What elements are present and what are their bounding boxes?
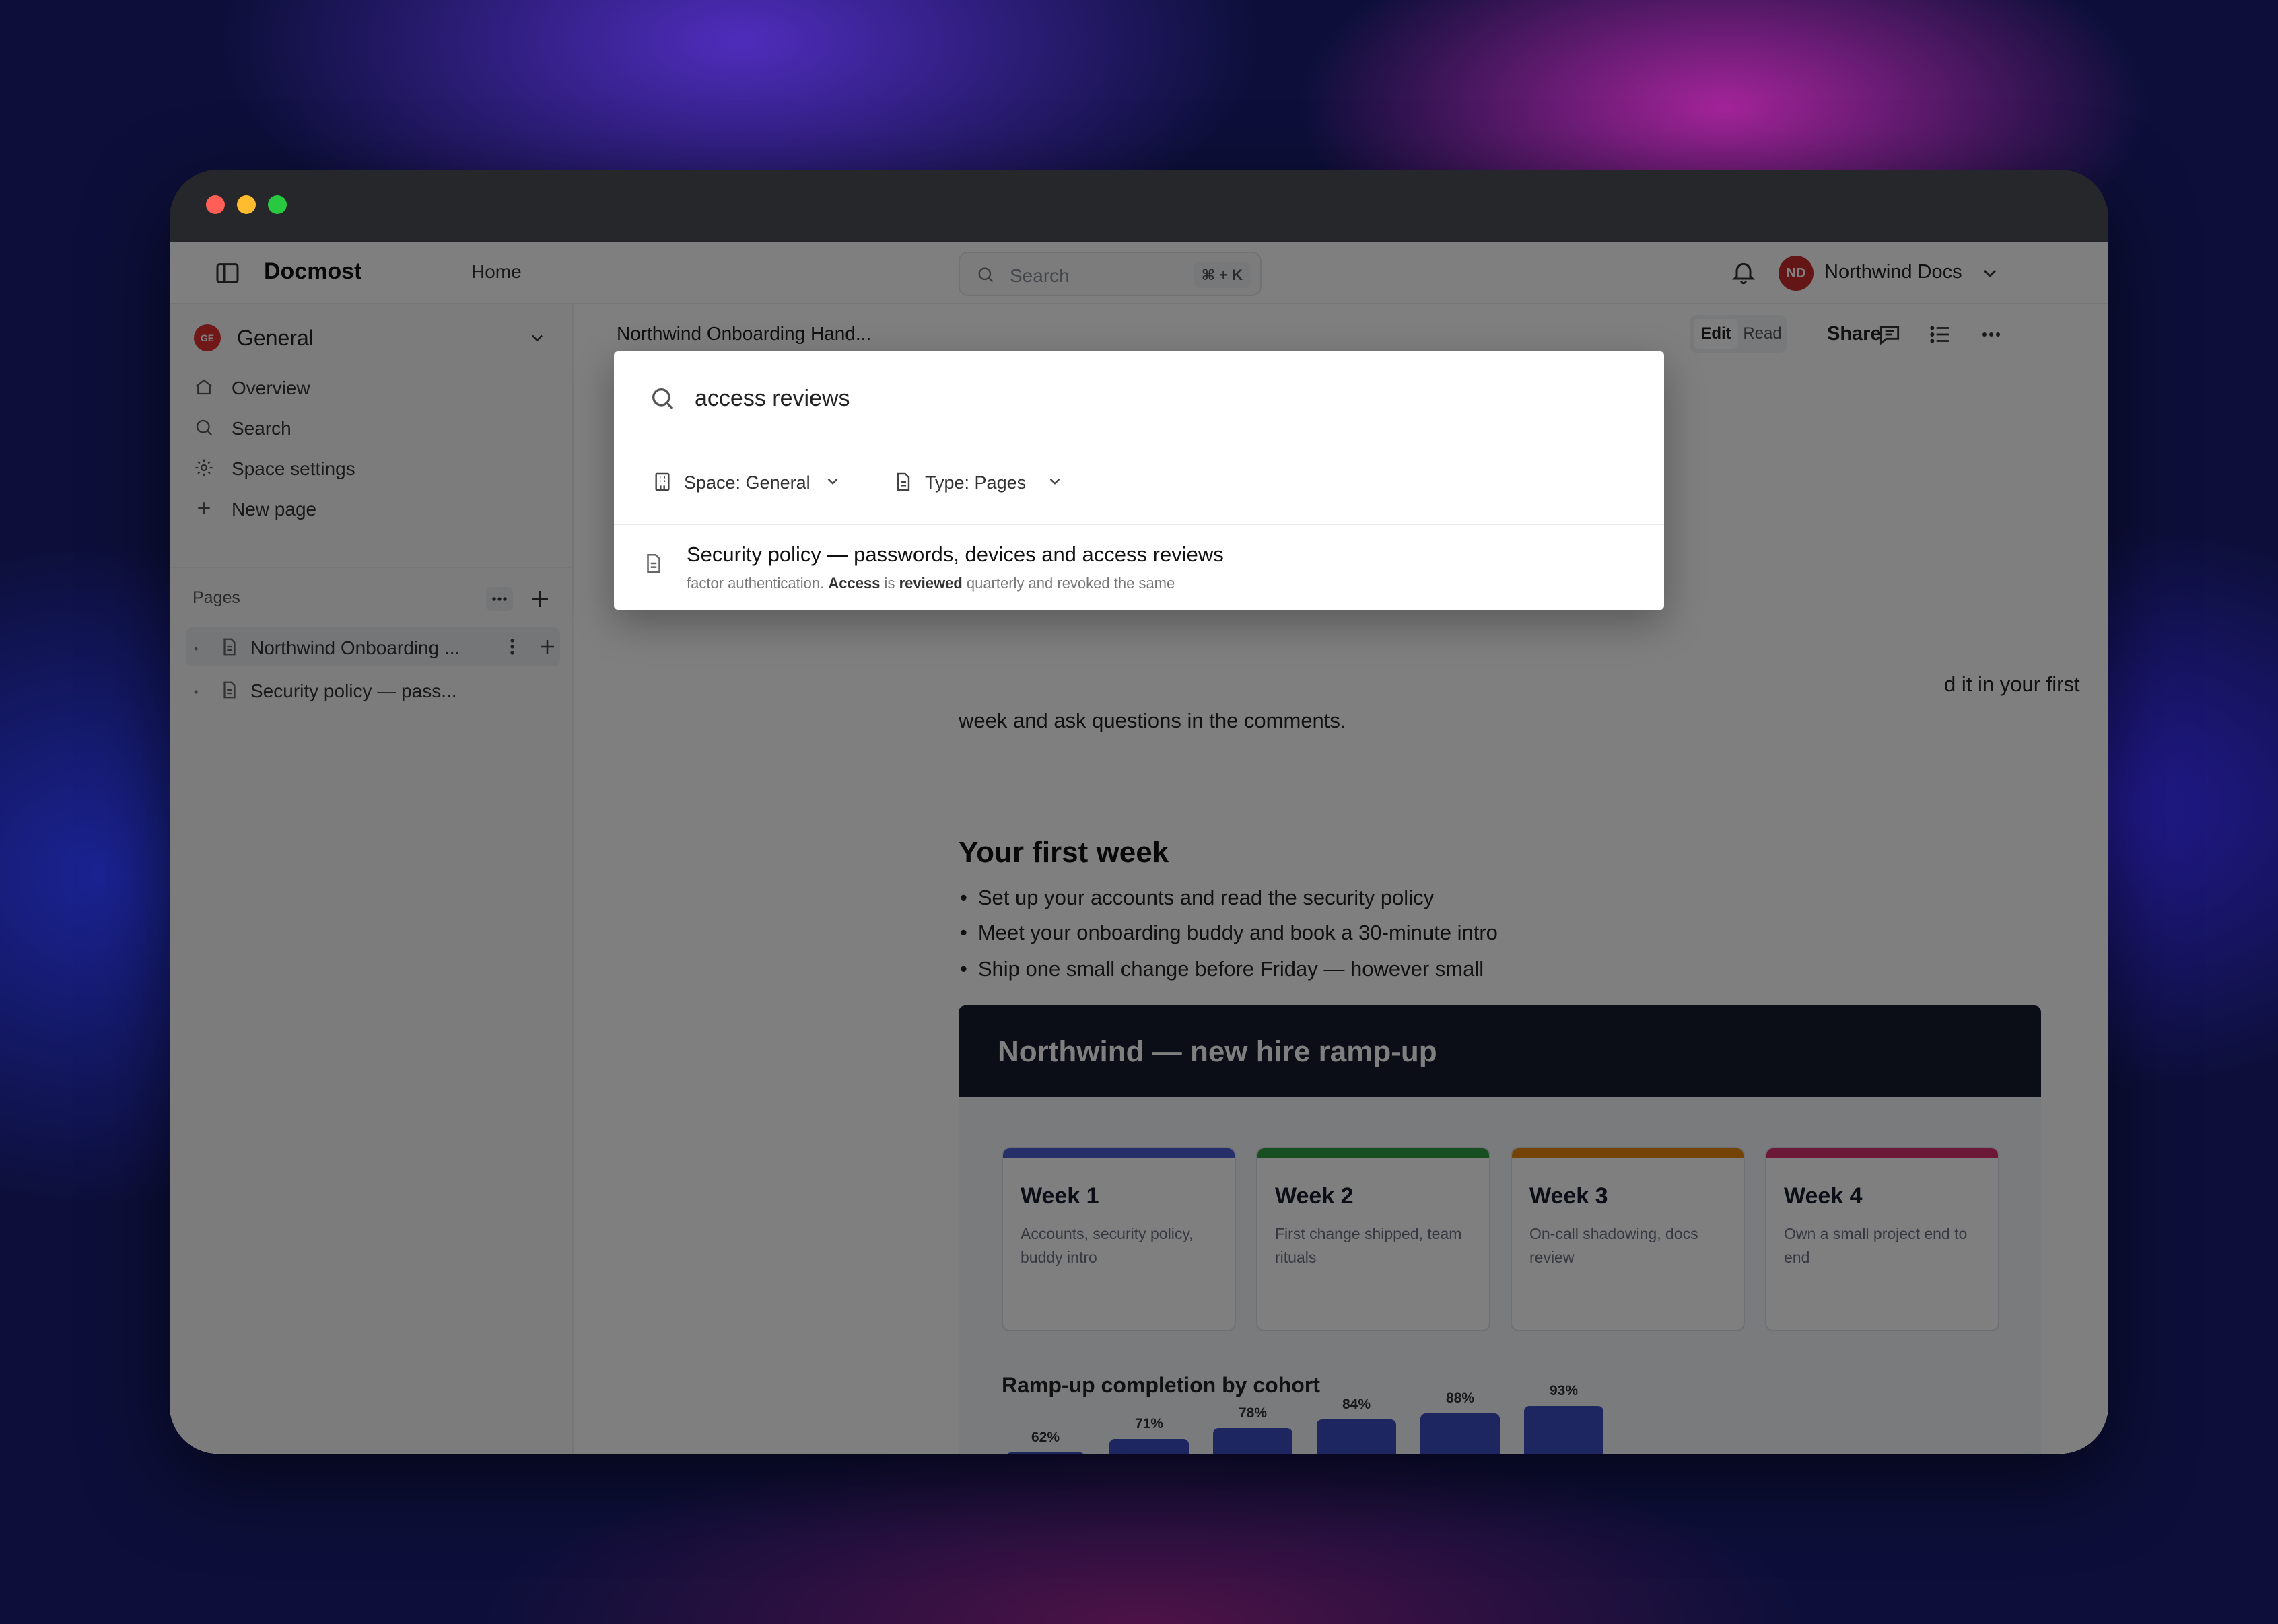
- type-filter-dropdown[interactable]: Type: Pages: [893, 466, 1081, 498]
- search-icon: [649, 385, 676, 415]
- file-icon: [642, 552, 665, 578]
- search-query-input[interactable]: [695, 378, 1624, 419]
- space-filter-label: Space: General: [684, 472, 810, 493]
- minimize-window-button[interactable]: [237, 195, 256, 214]
- search-result-item[interactable]: Security policy — passwords, devices and…: [614, 525, 1664, 610]
- maximize-window-button[interactable]: [268, 195, 287, 214]
- snippet-text: quarterly and revoked the same: [962, 575, 1175, 592]
- file-icon: [893, 471, 914, 496]
- app-window: Docmost Home Search ⌘ + K ND Northwind D…: [170, 170, 2108, 1454]
- space-filter-dropdown[interactable]: Space: General: [652, 466, 854, 498]
- chevron-down-icon: [1046, 472, 1064, 493]
- building-icon: [652, 471, 673, 496]
- title-bar: [170, 170, 2108, 242]
- snippet-highlight: reviewed: [899, 575, 963, 592]
- search-result-snippet: factor authentication. Access is reviewe…: [687, 575, 1175, 592]
- close-window-button[interactable]: [206, 195, 225, 214]
- docmost-app: Docmost Home Search ⌘ + K ND Northwind D…: [170, 242, 2108, 1454]
- snippet-highlight: Access: [828, 575, 881, 592]
- snippet-text: is: [880, 575, 899, 592]
- search-result-title: Security policy — passwords, devices and…: [687, 542, 1224, 566]
- snippet-text: factor authentication.: [687, 575, 829, 592]
- chevron-down-icon: [824, 472, 841, 493]
- search-modal: Space: General Type: Pages Security poli…: [614, 351, 1664, 610]
- type-filter-label: Type: Pages: [925, 472, 1027, 493]
